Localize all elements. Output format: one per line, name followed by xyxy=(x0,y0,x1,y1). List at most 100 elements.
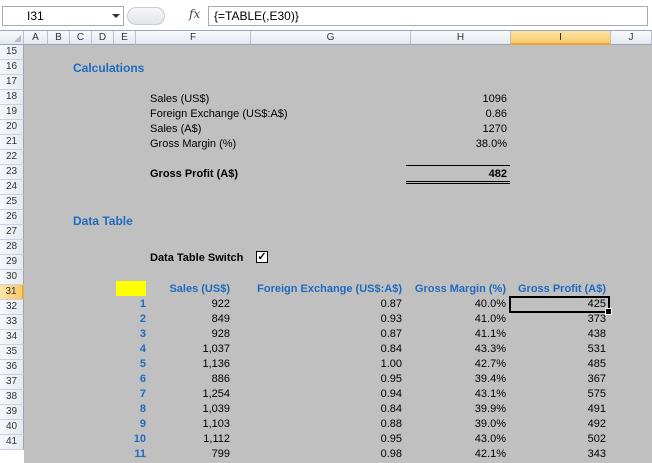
column-header-a[interactable]: A xyxy=(24,31,48,45)
gross-profit-cell[interactable]: 438 xyxy=(510,327,606,342)
row-header-41[interactable]: 41 xyxy=(0,435,24,450)
gross-profit-cell[interactable]: 492 xyxy=(510,417,606,432)
sales-usd-cell[interactable]: 928 xyxy=(152,327,230,342)
fx-cell[interactable]: 0.84 xyxy=(232,342,402,357)
row-header-35[interactable]: 35 xyxy=(0,345,24,360)
formula-input[interactable]: {=TABLE(,E30)} xyxy=(208,6,648,26)
fx-cell[interactable]: 0.93 xyxy=(232,312,402,327)
sales-usd-cell[interactable]: 1,254 xyxy=(152,387,230,402)
worksheet-grid[interactable]: Calculations Sales (US$) 1096 Foreign Ex… xyxy=(24,45,652,463)
row-header-25[interactable]: 25 xyxy=(0,195,24,210)
fx-cell[interactable]: 0.98 xyxy=(232,447,402,462)
gross-margin-cell[interactable]: 43.3% xyxy=(406,342,506,357)
column-header-b[interactable]: B xyxy=(48,31,70,45)
sales-usd-cell[interactable]: 1,037 xyxy=(152,342,230,357)
row-header-29[interactable]: 29 xyxy=(0,255,24,270)
row-index[interactable]: 6 xyxy=(116,372,146,387)
row-header-23[interactable]: 23 xyxy=(0,165,24,180)
row-header-15[interactable]: 15 xyxy=(0,45,24,60)
sales-usd-cell[interactable]: 1,112 xyxy=(152,432,230,447)
gross-profit-cell[interactable]: 367 xyxy=(510,372,606,387)
insert-function-icon[interactable]: fx xyxy=(189,7,200,21)
sales-usd-cell[interactable]: 886 xyxy=(152,372,230,387)
row-index[interactable]: 5 xyxy=(116,357,146,372)
column-header-j[interactable]: J xyxy=(611,31,652,45)
sales-usd-cell[interactable]: 1,103 xyxy=(152,417,230,432)
row-header-20[interactable]: 20 xyxy=(0,120,24,135)
gross-profit-cell[interactable]: 502 xyxy=(510,432,606,447)
gross-margin-cell[interactable]: 43.1% xyxy=(406,387,506,402)
row-header-33[interactable]: 33 xyxy=(0,315,24,330)
row-header-28[interactable]: 28 xyxy=(0,240,24,255)
row-index[interactable]: 4 xyxy=(116,342,146,357)
gross-margin-cell[interactable]: 42.7% xyxy=(406,357,506,372)
row-index[interactable]: 8 xyxy=(116,402,146,417)
row-header-36[interactable]: 36 xyxy=(0,360,24,375)
column-input-cell[interactable] xyxy=(116,281,146,296)
row-header-26[interactable]: 26 xyxy=(0,210,24,225)
row-header-16[interactable]: 16 xyxy=(0,60,24,75)
fx-cell[interactable]: 0.84 xyxy=(232,402,402,417)
row-index[interactable]: 3 xyxy=(116,327,146,342)
row-header-17[interactable]: 17 xyxy=(0,75,24,90)
fx-cell[interactable]: 0.88 xyxy=(232,417,402,432)
row-index[interactable]: 10 xyxy=(116,432,146,447)
gross-profit-cell[interactable]: 343 xyxy=(510,447,606,462)
fx-cell[interactable]: 0.95 xyxy=(232,372,402,387)
row-index[interactable]: 2 xyxy=(116,312,146,327)
column-header-c[interactable]: C xyxy=(70,31,92,45)
chevron-down-icon[interactable] xyxy=(112,14,120,18)
sales-usd-cell[interactable]: 1,039 xyxy=(152,402,230,417)
row-header-39[interactable]: 39 xyxy=(0,405,24,420)
row-index[interactable]: 1 xyxy=(116,297,146,312)
row-header-24[interactable]: 24 xyxy=(0,180,24,195)
fx-cell[interactable]: 0.87 xyxy=(232,297,402,312)
row-header-19[interactable]: 19 xyxy=(0,105,24,120)
column-header-e[interactable]: E xyxy=(114,31,136,45)
row-header-21[interactable]: 21 xyxy=(0,135,24,150)
data-table-switch-checkbox[interactable]: ✓ xyxy=(256,251,268,263)
row-header-37[interactable]: 37 xyxy=(0,375,24,390)
row-header-38[interactable]: 38 xyxy=(0,390,24,405)
gross-margin-cell[interactable]: 42.1% xyxy=(406,447,506,462)
row-header-27[interactable]: 27 xyxy=(0,225,24,240)
sales-usd-cell[interactable]: 1,136 xyxy=(152,357,230,372)
gross-margin-cell[interactable]: 41.1% xyxy=(406,327,506,342)
gross-margin-cell[interactable]: 40.0% xyxy=(406,297,506,312)
row-header-18[interactable]: 18 xyxy=(0,90,24,105)
name-box[interactable]: I31 xyxy=(2,6,124,26)
row-header-22[interactable]: 22 xyxy=(0,150,24,165)
formula-control-icon[interactable] xyxy=(127,7,165,25)
column-header-d[interactable]: D xyxy=(92,31,114,45)
fx-cell[interactable]: 1.00 xyxy=(232,357,402,372)
fx-cell[interactable]: 0.94 xyxy=(232,387,402,402)
column-header-g[interactable]: G xyxy=(251,31,411,45)
row-index[interactable]: 9 xyxy=(116,417,146,432)
gross-margin-cell[interactable]: 39.0% xyxy=(406,417,506,432)
gross-profit-cell[interactable]: 373 xyxy=(510,312,606,327)
row-header-30[interactable]: 30 xyxy=(0,270,24,285)
row-index[interactable]: 11 xyxy=(116,447,146,462)
select-all-button[interactable] xyxy=(0,31,24,45)
gross-margin-cell[interactable]: 43.0% xyxy=(406,432,506,447)
sales-usd-cell[interactable]: 799 xyxy=(152,447,230,462)
row-header-32[interactable]: 32 xyxy=(0,300,24,315)
column-header-i[interactable]: I xyxy=(511,31,611,45)
gross-margin-cell[interactable]: 39.9% xyxy=(406,402,506,417)
row-header-34[interactable]: 34 xyxy=(0,330,24,345)
gross-profit-cell[interactable]: 491 xyxy=(510,402,606,417)
column-header-h[interactable]: H xyxy=(411,31,511,45)
row-index[interactable]: 7 xyxy=(116,387,146,402)
row-header-31[interactable]: 31 xyxy=(0,285,24,300)
column-header-f[interactable]: F xyxy=(136,31,251,45)
gross-profit-cell[interactable]: 531 xyxy=(510,342,606,357)
sales-usd-cell[interactable]: 922 xyxy=(152,297,230,312)
active-cell-selection[interactable] xyxy=(509,296,612,315)
fx-cell[interactable]: 0.87 xyxy=(232,327,402,342)
row-header-40[interactable]: 40 xyxy=(0,420,24,435)
sales-usd-cell[interactable]: 849 xyxy=(152,312,230,327)
gross-margin-cell[interactable]: 41.0% xyxy=(406,312,506,327)
gross-margin-cell[interactable]: 39.4% xyxy=(406,372,506,387)
fx-cell[interactable]: 0.95 xyxy=(232,432,402,447)
gross-profit-cell[interactable]: 485 xyxy=(510,357,606,372)
